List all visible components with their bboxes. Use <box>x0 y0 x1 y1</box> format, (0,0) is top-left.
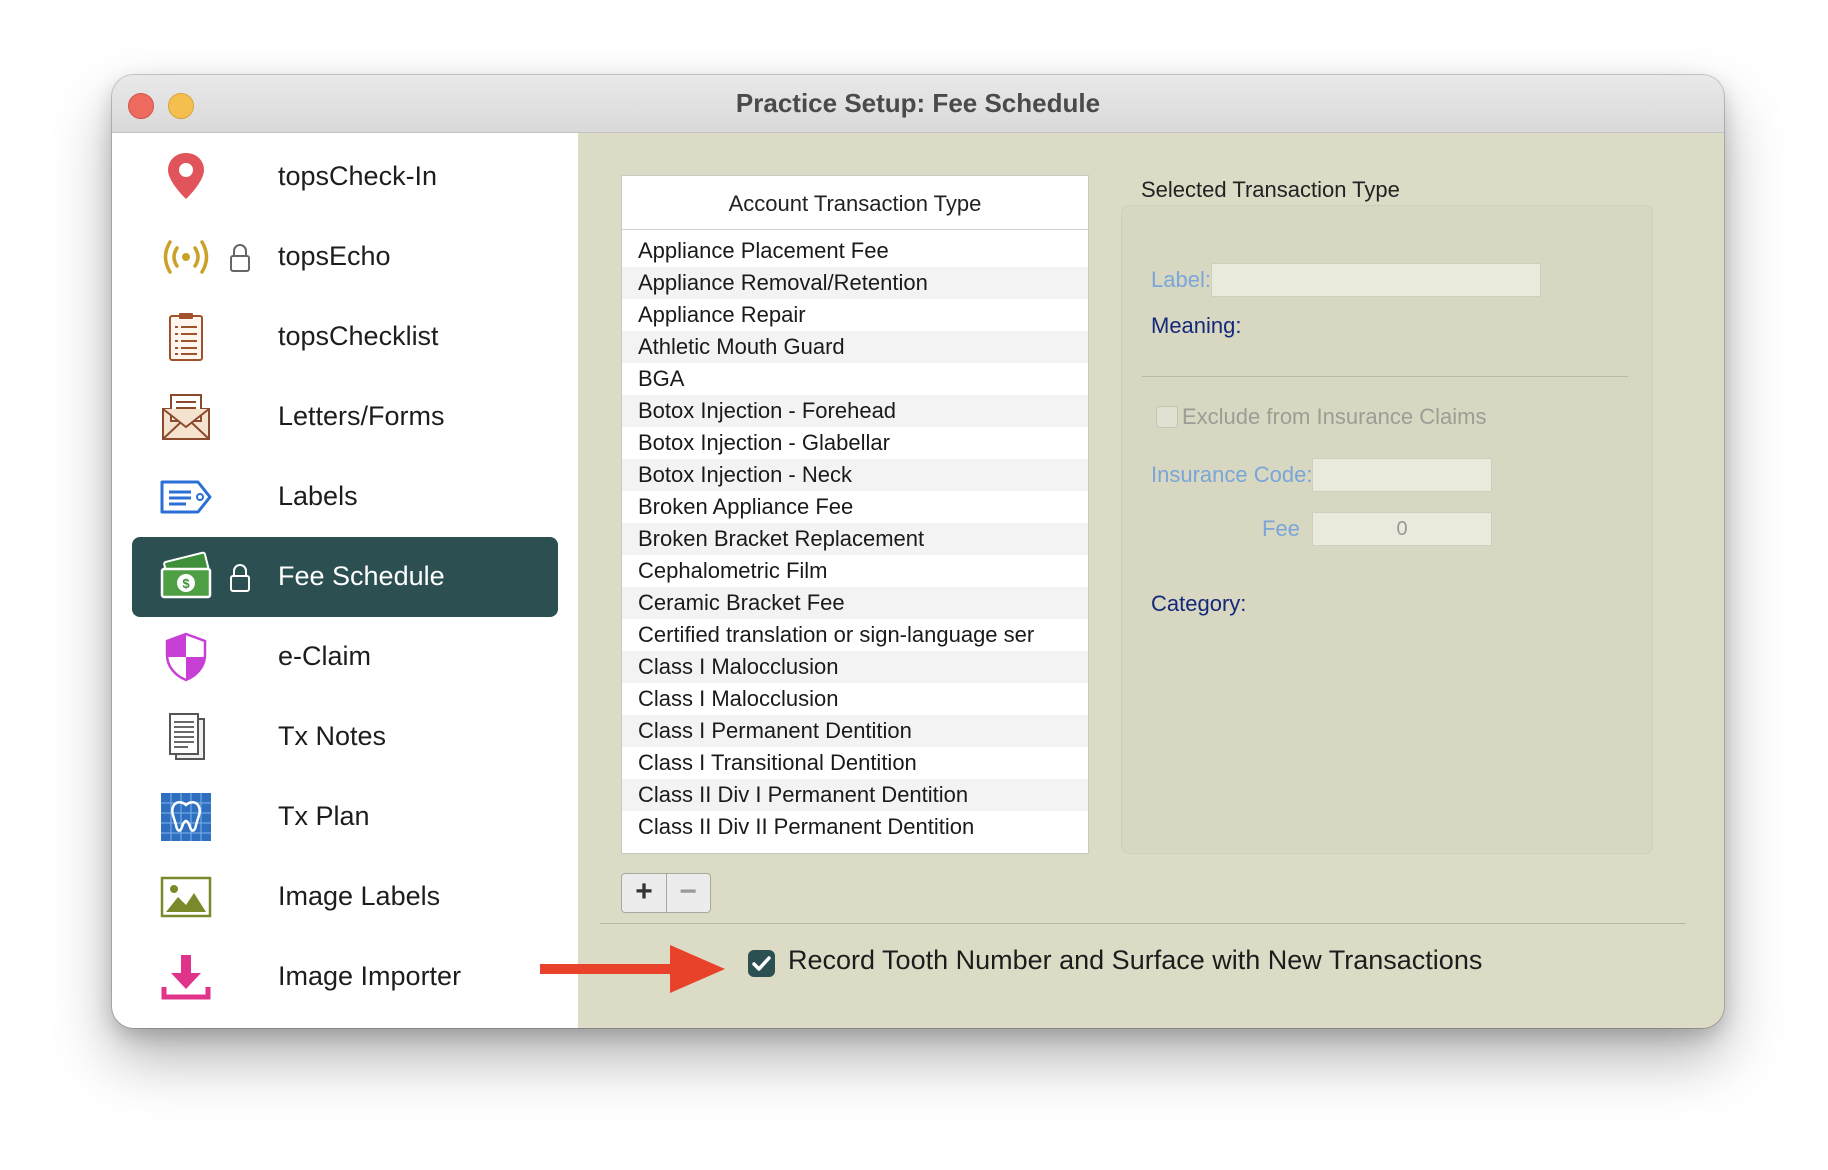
table-row[interactable]: Cephalometric Film <box>622 555 1088 587</box>
sidebar-item-label: topsChecklist <box>278 321 439 351</box>
sidebar-item-label: topsCheck-In <box>278 161 438 191</box>
table-row[interactable]: Appliance Removal/Retention <box>622 267 1088 299</box>
broadcast-icon <box>158 231 214 283</box>
table-row[interactable]: Class II Div II Permanent Dentition <box>622 811 1088 843</box>
sidebar-item-tx-notes[interactable]: Tx Notes <box>132 697 558 777</box>
partial-row <box>638 222 838 230</box>
sidebar-item-label: e-Claim <box>278 641 372 671</box>
label-input[interactable] <box>1211 263 1541 297</box>
sidebar-item-topscheck-in[interactable]: topsCheck-In <box>132 137 558 217</box>
sidebar-item-label: Image Labels <box>278 881 441 911</box>
checkmark-icon <box>752 956 771 971</box>
insurance-code-label: Insurance Code: <box>1151 462 1313 487</box>
add-remove-buttons: + − <box>621 873 711 913</box>
sidebar-item-label: Image Importer <box>278 961 462 991</box>
table-row[interactable]: Athletic Mouth Guard <box>622 331 1088 363</box>
selected-transaction-panel: Label: Meaning: Exclude from Insurance C… <box>1121 205 1653 854</box>
sidebar-item-label: Tx Notes <box>278 721 387 751</box>
tooth-plan-icon <box>158 791 214 843</box>
sidebar-item-tx-plan[interactable]: Tx Plan <box>132 777 558 857</box>
sidebar-item-letters-forms[interactable]: Letters/Forms <box>132 377 558 457</box>
table-row[interactable]: Certified translation or sign-language s… <box>622 619 1088 651</box>
label-field-label: Label: <box>1151 267 1211 292</box>
record-tooth-checkbox[interactable] <box>748 950 775 977</box>
sidebar-item-label: Letters/Forms <box>278 401 445 431</box>
money-icon: $ <box>158 551 214 603</box>
transaction-type-table[interactable]: Account Transaction Type Appliance Place… <box>621 175 1089 854</box>
sidebar-item-topsecho[interactable]: topsEcho <box>132 217 558 297</box>
image-icon <box>158 871 214 923</box>
sidebar-item-fee-schedule[interactable]: $ Fee Schedule <box>132 537 558 617</box>
sidebar-item-label: Labels <box>278 481 358 511</box>
table-row[interactable]: Class I Malocclusion <box>622 651 1088 683</box>
remove-button[interactable]: − <box>666 874 710 912</box>
lock-icon <box>228 563 252 593</box>
window-title: Practice Setup: Fee Schedule <box>735 88 1101 118</box>
shield-icon <box>158 631 214 683</box>
table-row[interactable]: Class I Permanent Dentition <box>622 715 1088 747</box>
record-tooth-label[interactable]: Record Tooth Number and Surface with New… <box>788 945 1482 976</box>
category-label: Category: <box>1151 591 1247 616</box>
table-row[interactable]: Botox Injection - Forehead <box>622 395 1088 427</box>
sidebar-item-topschecklist[interactable]: topsChecklist <box>132 297 558 377</box>
table-row[interactable]: BGA <box>622 363 1088 395</box>
table-row[interactable]: Ceramic Bracket Fee <box>622 587 1088 619</box>
fee-input[interactable]: 0 <box>1312 512 1492 546</box>
tag-icon <box>158 471 214 523</box>
clipboard-icon <box>158 311 214 363</box>
insurance-code-input[interactable] <box>1312 458 1492 492</box>
sidebar-item-label: Fee Schedule <box>278 561 445 591</box>
envelope-icon <box>158 391 214 443</box>
download-icon <box>158 951 214 1003</box>
selected-transaction-title: Selected Transaction Type <box>1141 177 1400 202</box>
sidebar-item-labels[interactable]: Labels <box>132 457 558 537</box>
add-button[interactable]: + <box>622 874 667 912</box>
table-row[interactable]: Class II Div I Permanent Dentition <box>622 779 1088 811</box>
bottom-divider <box>600 923 1686 924</box>
table-rows: Appliance Placement Fee Appliance Remova… <box>622 235 1088 843</box>
fee-label: Fee <box>1262 516 1300 541</box>
location-pin-icon <box>158 151 214 203</box>
title-bar: Practice Setup: Fee Schedule <box>112 75 1724 133</box>
svg-text:$: $ <box>182 576 190 591</box>
table-row[interactable]: Broken Bracket Replacement <box>622 523 1088 555</box>
sidebar-item-image-importer[interactable]: Image Importer <box>132 937 558 1017</box>
table-row[interactable]: Class I Transitional Dentition <box>622 747 1088 779</box>
meaning-label: Meaning: <box>1151 313 1242 338</box>
lock-icon <box>228 243 252 273</box>
sidebar-item-label: Tx Plan <box>278 801 370 831</box>
annotation-arrow-icon <box>540 945 725 993</box>
notes-icon <box>158 711 214 763</box>
content-area: Account Transaction Type Appliance Place… <box>578 133 1724 1028</box>
app-window: Practice Setup: Fee Schedule topsCheck-I… <box>112 75 1724 1028</box>
table-row[interactable]: Botox Injection - Neck <box>622 459 1088 491</box>
exclude-claims-label: Exclude from Insurance Claims <box>1182 404 1487 429</box>
sidebar: topsCheck-In topsEcho topsChecklist Lett… <box>112 133 578 1028</box>
sidebar-item-label: topsEcho <box>278 241 391 271</box>
panel-divider <box>1142 376 1628 377</box>
table-row[interactable]: Broken Appliance Fee <box>622 491 1088 523</box>
exclude-claims-checkbox[interactable] <box>1156 406 1178 428</box>
sidebar-item-e-claim[interactable]: e-Claim <box>132 617 558 697</box>
table-row[interactable]: Class I Malocclusion <box>622 683 1088 715</box>
sidebar-item-image-labels[interactable]: Image Labels <box>132 857 558 937</box>
table-row[interactable]: Botox Injection - Glabellar <box>622 427 1088 459</box>
table-row[interactable]: Appliance Repair <box>622 299 1088 331</box>
table-row[interactable]: Appliance Placement Fee <box>622 235 1088 267</box>
